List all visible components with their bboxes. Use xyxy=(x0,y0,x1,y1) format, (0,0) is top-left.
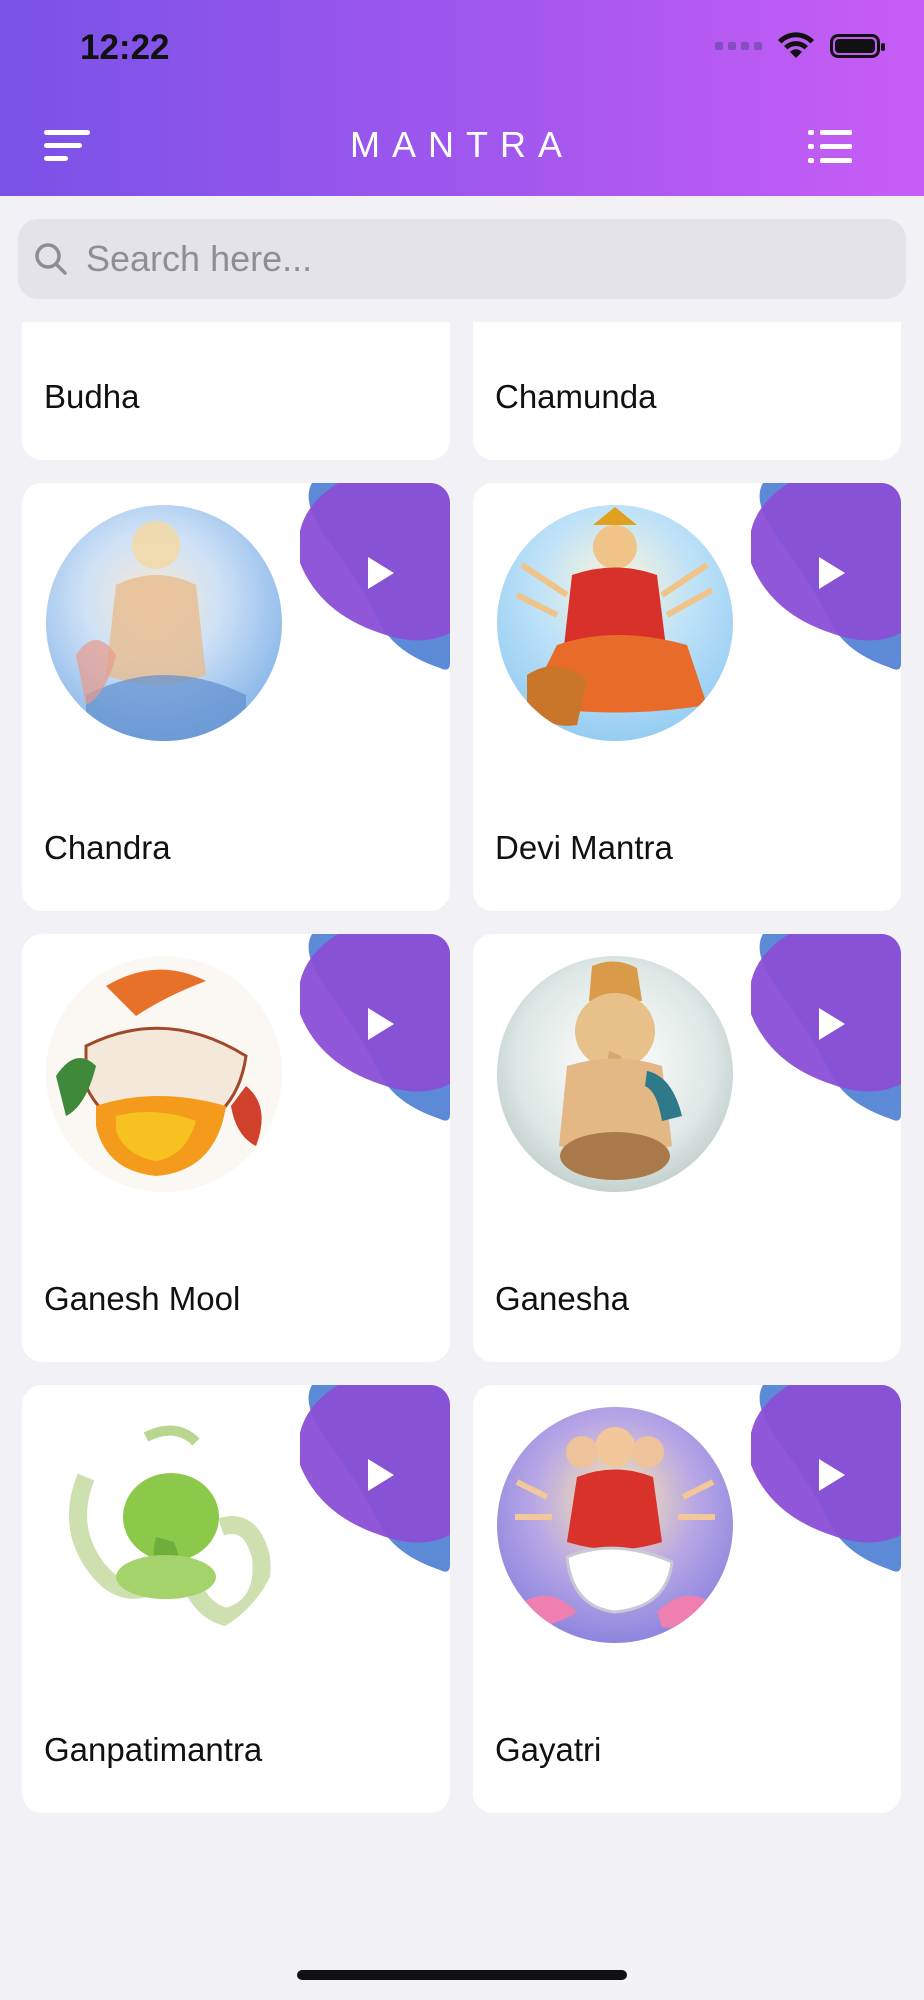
mantra-card[interactable]: Gayatri xyxy=(473,1385,901,1813)
mantra-card[interactable]: Budha xyxy=(22,322,450,460)
gayatri-image xyxy=(497,1407,733,1643)
card-label: Ganesh Mool xyxy=(44,1280,241,1317)
devi-mantra-image xyxy=(497,505,733,741)
wifi-icon xyxy=(778,32,814,58)
status-icons xyxy=(715,32,885,60)
card-label: Gayatri xyxy=(495,1731,602,1768)
play-icon[interactable] xyxy=(360,1004,400,1044)
ganesha-image xyxy=(497,956,733,1192)
chandra-image xyxy=(46,505,282,741)
mantra-card[interactable]: Ganesh Mool xyxy=(22,934,450,1362)
card-label: Chamunda xyxy=(495,378,657,415)
mantra-card[interactable]: Ganesha xyxy=(473,934,901,1362)
card-label: Ganesha xyxy=(495,1280,629,1317)
search-icon xyxy=(35,243,67,275)
play-icon[interactable] xyxy=(811,1455,851,1495)
home-indicator[interactable] xyxy=(297,1970,627,1980)
play-icon[interactable] xyxy=(360,553,400,593)
play-icon[interactable] xyxy=(811,1004,851,1044)
ganesh-mool-image xyxy=(46,956,282,1192)
signal-icon xyxy=(715,42,762,50)
page-title: MANTRA xyxy=(350,124,574,165)
play-icon[interactable] xyxy=(811,553,851,593)
mantra-card[interactable]: Ganpatimantra xyxy=(22,1385,450,1813)
list-icon[interactable] xyxy=(808,128,852,166)
search-input[interactable] xyxy=(84,237,848,281)
mantra-card[interactable]: Chandra xyxy=(22,483,450,911)
card-label: Devi Mantra xyxy=(495,829,673,866)
app-header: 12:22 MANTRA xyxy=(0,0,924,196)
play-icon[interactable] xyxy=(360,1455,400,1495)
card-label: Chandra xyxy=(44,829,171,866)
mantra-card[interactable]: Chamunda xyxy=(473,322,901,460)
mantra-card[interactable]: Devi Mantra xyxy=(473,483,901,911)
status-time: 12:22 xyxy=(80,28,170,67)
battery-icon xyxy=(830,34,885,58)
ganpatimantra-image xyxy=(46,1407,282,1643)
card-label: Ganpatimantra xyxy=(44,1731,263,1768)
search-bar[interactable] xyxy=(18,219,906,299)
card-label: Budha xyxy=(44,378,140,415)
